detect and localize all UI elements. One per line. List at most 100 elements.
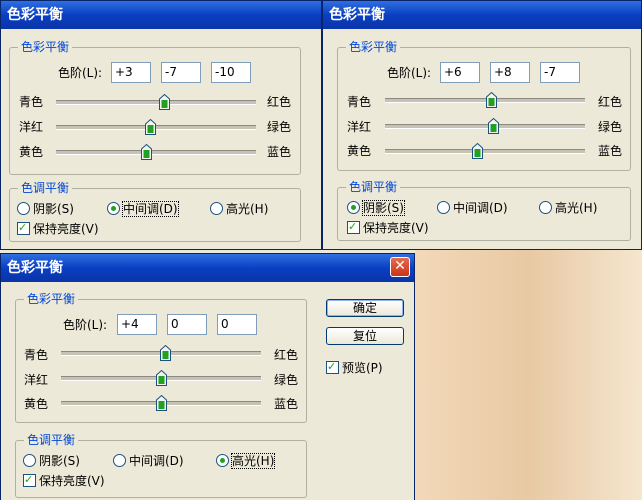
level-field-yellow-blue[interactable]: -7	[540, 62, 580, 83]
level-field-magenta-green[interactable]: 0	[167, 314, 207, 335]
slider-thumb[interactable]	[159, 94, 170, 110]
radio-midtones[interactable]: 中间调(D)	[113, 453, 184, 469]
level-field-yellow-blue[interactable]: -10	[211, 62, 251, 83]
dialog-title: 色彩平衡	[7, 260, 63, 276]
preserve-luminosity-checkbox[interactable]: 保持亮度(V)	[347, 219, 429, 236]
magenta-green-slider[interactable]	[56, 119, 256, 135]
yellow-blue-slider[interactable]	[61, 395, 261, 411]
title-bar[interactable]: 色彩平衡	[1, 1, 321, 29]
slider-right-label: 绿色	[598, 120, 623, 134]
reset-button[interactable]: 复位	[326, 327, 404, 345]
radio-midtones[interactable]: 中间调(D)	[437, 200, 508, 216]
slider-right-label: 红色	[274, 348, 299, 362]
slider-right-label: 蓝色	[598, 144, 623, 158]
radio-midtones[interactable]: 中间调(D)	[107, 201, 179, 217]
radio-label: 阴影(S)	[362, 200, 405, 216]
magenta-green-slider[interactable]	[61, 370, 261, 386]
cyan-red-slider[interactable]	[61, 345, 261, 361]
slider-track	[56, 100, 256, 105]
radio-highlights[interactable]: 高光(H)	[539, 200, 597, 216]
slider-track	[385, 98, 585, 103]
slider-left-label: 黄色	[347, 144, 372, 158]
slider-left-label: 青色	[19, 95, 44, 109]
radio-label: 中间调(D)	[122, 201, 179, 217]
radio-indicator	[210, 202, 223, 215]
title-bar[interactable]: 色彩平衡 ✕	[1, 254, 414, 282]
level-field-cyan-red[interactable]: +3	[111, 62, 151, 83]
ok-button[interactable]: 确定	[326, 299, 404, 317]
cyan-red-slider[interactable]	[56, 94, 256, 110]
slider-thumb[interactable]	[156, 395, 167, 411]
slider-left-label: 洋红	[347, 120, 372, 134]
slider-track	[56, 150, 256, 155]
radio-indicator	[539, 201, 552, 214]
tone-balance-group: 色调平衡	[15, 432, 307, 498]
slider-left-label: 洋红	[24, 373, 49, 387]
slider-thumb[interactable]	[486, 92, 497, 108]
slider-right-label: 绿色	[274, 373, 299, 387]
radio-indicator	[347, 201, 360, 214]
close-icon[interactable]: ✕	[390, 257, 410, 277]
slider-left-label: 洋红	[19, 120, 44, 134]
slider-track	[56, 125, 256, 130]
slider-thumb[interactable]	[488, 118, 499, 134]
slider-thumb[interactable]	[160, 345, 171, 361]
radio-indicator	[17, 202, 30, 215]
radio-label: 阴影(S)	[39, 454, 80, 468]
radio-label: 阴影(S)	[33, 202, 74, 216]
radio-label: 高光(H)	[226, 202, 269, 216]
radio-label: 中间调(D)	[453, 201, 508, 215]
color-balance-dialog-2: 色彩平衡 色彩平衡 色阶(L): +6 +8 -7 青色 红色 洋红 绿色 黄色…	[322, 0, 642, 250]
group-legend: 色彩平衡	[18, 39, 73, 55]
radio-label: 高光(H)	[555, 201, 598, 215]
radio-shadows[interactable]: 阴影(S)	[23, 453, 80, 469]
color-balance-dialog-1: 色彩平衡 色彩平衡 色阶(L): +3 -7 -10 青色 红色 洋红 绿色 黄…	[0, 0, 322, 250]
level-field-cyan-red[interactable]: +4	[117, 314, 157, 335]
slider-thumb[interactable]	[141, 144, 152, 160]
yellow-blue-slider[interactable]	[385, 143, 585, 159]
slider-left-label: 黄色	[24, 397, 49, 411]
preserve-luminosity-checkbox[interactable]: 保持亮度(V)	[23, 472, 105, 489]
preview-checkbox[interactable]: 预览(P)	[326, 359, 383, 376]
slider-left-label: 青色	[347, 95, 372, 109]
level-field-yellow-blue[interactable]: 0	[217, 314, 257, 335]
level-field-magenta-green[interactable]: -7	[161, 62, 201, 83]
slider-thumb[interactable]	[145, 119, 156, 135]
yellow-blue-slider[interactable]	[56, 144, 256, 160]
radio-indicator	[23, 454, 36, 467]
group-legend: 色彩平衡	[24, 291, 79, 307]
level-field-magenta-green[interactable]: +8	[490, 62, 530, 83]
preserve-luminosity-checkbox[interactable]: 保持亮度(V)	[17, 220, 99, 237]
dialog-title: 色彩平衡	[329, 7, 385, 23]
color-balance-dialog-3: 色彩平衡 ✕ 色彩平衡 色阶(L): +4 0 0 青色 红色 洋红 绿色 黄色…	[0, 253, 415, 500]
slider-thumb[interactable]	[156, 370, 167, 386]
slider-left-label: 黄色	[19, 145, 44, 159]
slider-thumb[interactable]	[472, 143, 483, 159]
cyan-red-slider[interactable]	[385, 92, 585, 108]
radio-label: 中间调(D)	[129, 454, 184, 468]
group-legend: 色调平衡	[18, 180, 73, 196]
checkbox-label: 保持亮度(V)	[39, 474, 105, 488]
radio-highlights[interactable]: 高光(H)	[216, 453, 276, 469]
magenta-green-slider[interactable]	[385, 118, 585, 134]
slider-right-label: 蓝色	[267, 145, 292, 159]
checkbox-label: 预览(P)	[342, 361, 383, 375]
checkbox-indicator	[23, 472, 36, 488]
radio-shadows[interactable]: 阴影(S)	[347, 200, 405, 216]
radio-highlights[interactable]: 高光(H)	[210, 201, 268, 217]
checkbox-label: 保持亮度(V)	[33, 222, 99, 236]
levels-label: 色阶(L):	[58, 66, 103, 80]
group-legend: 色调平衡	[24, 432, 79, 448]
group-legend: 色彩平衡	[346, 39, 401, 55]
level-field-cyan-red[interactable]: +6	[440, 62, 480, 83]
radio-indicator	[107, 202, 120, 215]
levels-label: 色阶(L):	[387, 66, 432, 80]
checkbox-indicator	[17, 220, 30, 236]
radio-indicator	[216, 454, 229, 467]
radio-indicator	[113, 454, 126, 467]
title-bar[interactable]: 色彩平衡	[323, 1, 641, 29]
radio-shadows[interactable]: 阴影(S)	[17, 201, 74, 217]
checkbox-indicator	[347, 219, 360, 235]
slider-right-label: 红色	[267, 95, 292, 109]
radio-indicator	[437, 201, 450, 214]
